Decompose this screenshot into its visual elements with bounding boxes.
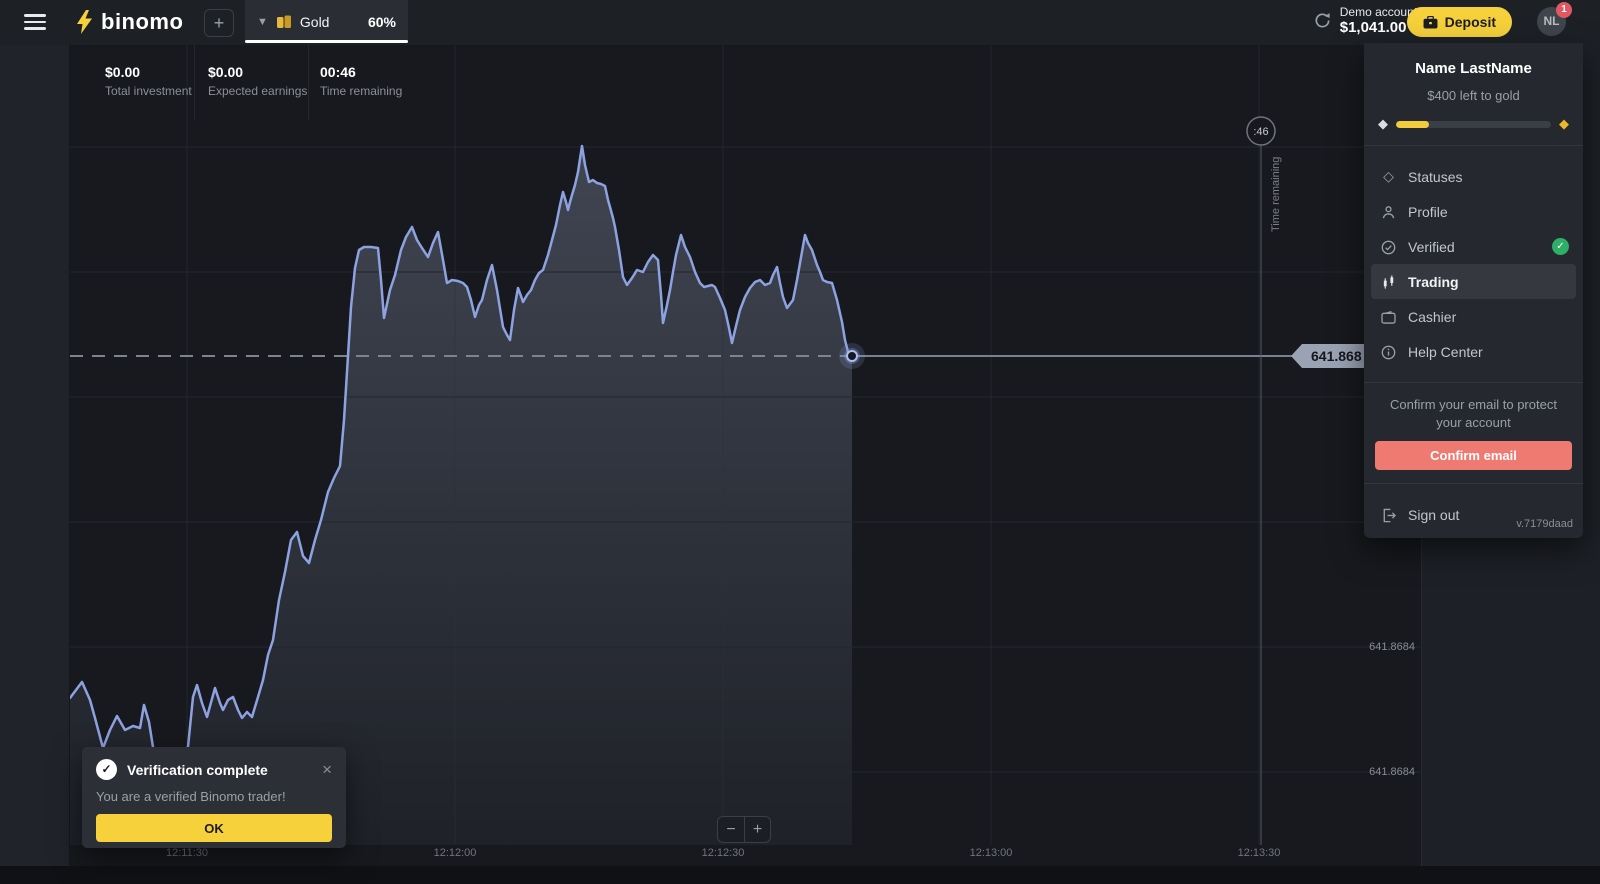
verification-toast: ✓ Verification complete × You are a veri…	[82, 747, 346, 848]
price-chart[interactable]: :46 Time remaining	[70, 45, 1421, 866]
x-axis-label: 12:12:00	[434, 847, 477, 859]
menu-item-verified[interactable]: Verified ✓	[1364, 229, 1583, 264]
y-axis-label: 641.8684	[1369, 766, 1415, 778]
confirm-email-text: Confirm your email to protect your accou…	[1364, 396, 1583, 431]
check-circle-icon: ✓	[96, 759, 117, 780]
stat-divider	[308, 45, 309, 120]
stat-divider	[194, 45, 195, 120]
zoom-in-button[interactable]: +	[744, 816, 771, 843]
menu-item-help-center[interactable]: Help Center	[1364, 334, 1583, 369]
close-icon[interactable]: ×	[322, 760, 332, 780]
x-axis-label: 12:11:30	[166, 847, 208, 859]
stat-total-investment: $0.00Total investment	[105, 64, 192, 98]
x-axis-label: 12:13:00	[970, 847, 1013, 859]
progress-track	[1396, 121, 1551, 128]
y-axis-label: 641.8684	[1369, 641, 1415, 653]
asset-payout: 60%	[368, 14, 396, 30]
zoom-out-button[interactable]: −	[717, 816, 744, 843]
candlestick-icon	[1380, 273, 1397, 290]
divider	[1364, 483, 1583, 484]
info-icon	[1380, 343, 1397, 360]
divider	[1364, 382, 1583, 383]
refresh-icon[interactable]	[1313, 11, 1332, 30]
stat-expected-earnings: $0.00Expected earnings	[208, 64, 307, 98]
deposit-button[interactable]: Deposit	[1407, 7, 1512, 37]
binomo-logo: binomo	[76, 9, 183, 35]
stat-time-remaining: 00:46Time remaining	[320, 64, 402, 98]
menu-item-trading[interactable]: Trading	[1371, 264, 1576, 299]
header: binomo + ▼ Gold 60% Demo account $1,041.…	[0, 0, 1600, 45]
toast-body: You are a verified Binomo trader!	[96, 789, 332, 804]
menu-item-cashier[interactable]: Cashier	[1364, 299, 1583, 334]
divider	[1364, 145, 1583, 146]
left-sidebar	[0, 45, 70, 866]
svg-text:Time remaining: Time remaining	[1270, 157, 1282, 232]
account-balance: $1,041.00	[1340, 19, 1417, 36]
user-menu-panel: Name LastName $400 left to gold ◆ ◆ ◇ St…	[1364, 43, 1583, 538]
bottom-bar	[0, 866, 1600, 884]
menu-item-profile[interactable]: Profile	[1364, 194, 1583, 229]
menu-item-statuses[interactable]: ◇ Statuses	[1364, 159, 1583, 194]
user-name: Name LastName	[1364, 43, 1583, 77]
gold-gem-icon: ◆	[1559, 116, 1569, 132]
asset-tab-gold[interactable]: ▼ Gold 60%	[245, 0, 408, 43]
x-axis-label: 12:13:30	[1238, 847, 1281, 859]
confirm-email-button[interactable]: Confirm email	[1375, 441, 1572, 470]
verified-badge-icon: ✓	[1552, 238, 1569, 255]
add-asset-tab-button[interactable]: +	[204, 9, 234, 37]
x-axis-label: 12:12:30	[702, 847, 745, 859]
check-circle-icon	[1380, 238, 1397, 255]
xp-progress-fill	[1396, 121, 1429, 128]
silver-gem-icon: ◆	[1378, 116, 1388, 132]
svg-text::46: :46	[1253, 126, 1268, 138]
sign-out-icon	[1380, 506, 1397, 523]
active-tab-underline	[245, 40, 408, 43]
toast-title: Verification complete	[127, 762, 312, 778]
briefcase-icon	[1423, 16, 1438, 29]
app-version: v.7179daad	[1516, 518, 1573, 530]
asset-name: Gold	[300, 14, 330, 30]
logo-text: binomo	[101, 9, 183, 35]
lightning-bolt-icon	[76, 10, 93, 34]
gem-icon: ◇	[1380, 168, 1397, 185]
trading-app: :46 Time remaining 641.8684 641.8684 12:1…	[0, 0, 1600, 884]
hamburger-menu-icon[interactable]	[24, 14, 46, 30]
chart-zoom-control: − +	[717, 816, 771, 843]
gold-bars-icon	[276, 14, 292, 30]
person-icon	[1380, 203, 1397, 220]
account-type: Demo account	[1340, 5, 1417, 19]
wallet-icon	[1380, 309, 1397, 325]
status-progress: ◆ ◆	[1378, 116, 1569, 132]
toast-ok-button[interactable]: OK	[96, 814, 332, 842]
chevron-down-icon[interactable]: ▼	[257, 16, 268, 28]
progress-caption: $400 left to gold	[1364, 88, 1583, 103]
notification-badge: 1	[1556, 2, 1572, 18]
